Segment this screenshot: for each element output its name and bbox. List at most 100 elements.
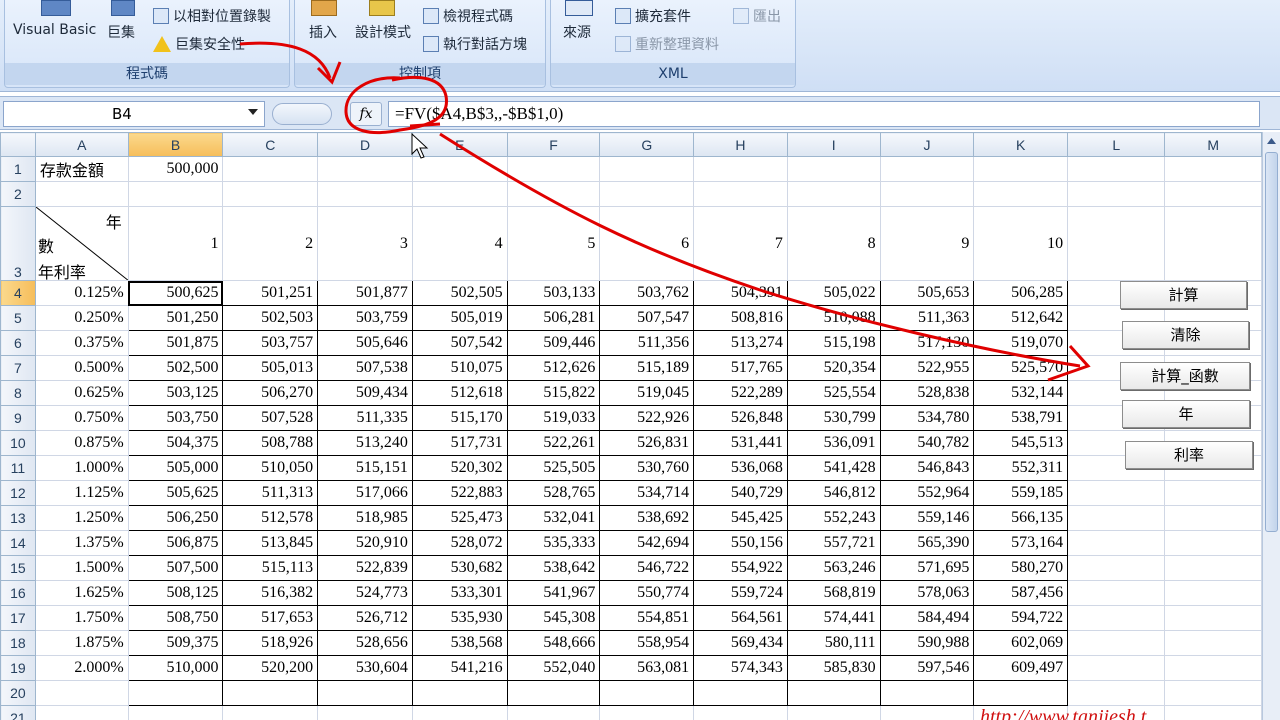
macro-security-button[interactable]: 巨集安全性 [153, 34, 245, 54]
value-cell[interactable]: 580,111 [786, 630, 881, 656]
insert-button[interactable]: 插入 [309, 22, 337, 42]
cell[interactable] [599, 156, 695, 182]
cell[interactable] [973, 181, 1069, 207]
formula-input[interactable]: =FV($A4,B$3,,-$B$1,0) [388, 101, 1260, 127]
value-cell[interactable]: 538,791 [973, 405, 1069, 431]
value-cell[interactable]: 513,274 [693, 330, 788, 356]
cell[interactable] [1164, 630, 1262, 656]
value-cell[interactable]: 552,243 [786, 505, 881, 531]
value-cell[interactable]: 564,561 [693, 605, 788, 631]
value-cell[interactable]: 513,845 [222, 530, 319, 556]
value-cell[interactable]: 535,333 [506, 530, 601, 556]
value-cell[interactable]: 528,838 [879, 380, 975, 406]
value-cell[interactable]: 525,473 [411, 505, 508, 531]
vertical-scrollbar[interactable] [1262, 132, 1280, 720]
value-cell[interactable]: 522,883 [411, 480, 508, 506]
value-cell[interactable]: 509,434 [317, 380, 413, 406]
cell[interactable] [222, 705, 319, 720]
value-cell[interactable]: 609,497 [973, 655, 1069, 681]
row-header-18[interactable]: 18 [0, 630, 36, 656]
rate-cell[interactable]: 0.125% [34, 280, 129, 306]
cell[interactable] [34, 705, 129, 720]
value-cell[interactable]: 524,773 [317, 580, 413, 606]
cell[interactable] [317, 680, 413, 706]
value-cell[interactable]: 501,877 [317, 280, 413, 306]
source-button[interactable]: 來源 [563, 22, 591, 42]
value-cell[interactable]: 573,164 [973, 530, 1069, 556]
value-cell[interactable]: 501,251 [222, 280, 319, 306]
year-header-cell[interactable]: 5 [506, 206, 601, 281]
value-cell[interactable]: 541,967 [506, 580, 601, 606]
value-cell[interactable]: 563,081 [599, 655, 695, 681]
run-dialog-button[interactable]: 執行對話方塊 [423, 34, 527, 54]
value-cell[interactable]: 505,625 [127, 480, 224, 506]
value-cell[interactable]: 510,050 [222, 455, 319, 481]
value-cell[interactable]: 520,910 [317, 530, 413, 556]
year-header-cell[interactable]: 3 [317, 206, 413, 281]
value-cell[interactable]: 526,712 [317, 605, 413, 631]
cell[interactable] [1164, 580, 1262, 606]
column-header-c[interactable]: C [222, 132, 319, 157]
cell[interactable] [1164, 705, 1262, 720]
value-cell[interactable]: 517,066 [317, 480, 413, 506]
year-header-cell[interactable]: 7 [693, 206, 788, 281]
cell[interactable] [786, 705, 881, 720]
row-header-3[interactable]: 3 [0, 206, 36, 281]
deposit-label-cell[interactable]: 存款金額 [34, 156, 129, 182]
cell[interactable] [786, 156, 881, 182]
value-cell[interactable]: 530,604 [317, 655, 413, 681]
rate-cell[interactable]: 1.750% [34, 605, 129, 631]
value-cell[interactable]: 550,156 [693, 530, 788, 556]
relative-record-button[interactable]: 以相對位置錄製 [153, 6, 271, 26]
value-cell[interactable]: 578,063 [879, 580, 975, 606]
value-cell[interactable]: 522,261 [506, 430, 601, 456]
value-cell[interactable]: 540,782 [879, 430, 975, 456]
cell[interactable] [411, 705, 508, 720]
insert-function-button[interactable]: fx [350, 102, 382, 126]
value-cell[interactable]: 511,363 [879, 305, 975, 331]
value-cell[interactable]: 518,926 [222, 630, 319, 656]
value-cell[interactable]: 503,759 [317, 305, 413, 331]
row-header-2[interactable]: 2 [0, 181, 36, 207]
cell[interactable] [1067, 505, 1166, 531]
value-cell[interactable]: 508,788 [222, 430, 319, 456]
value-cell[interactable]: 538,568 [411, 630, 508, 656]
value-cell[interactable]: 531,441 [693, 430, 788, 456]
cell[interactable] [693, 156, 788, 182]
name-box-dropdown-icon[interactable] [248, 109, 258, 115]
value-cell[interactable]: 505,646 [317, 330, 413, 356]
value-cell[interactable]: 515,113 [222, 555, 319, 581]
value-cell[interactable]: 517,731 [411, 430, 508, 456]
value-cell[interactable]: 515,189 [599, 355, 695, 381]
value-cell[interactable]: 528,072 [411, 530, 508, 556]
row-header-12[interactable]: 12 [0, 480, 36, 506]
value-cell[interactable]: 519,033 [506, 405, 601, 431]
row-header-4[interactable]: 4 [0, 280, 36, 306]
value-cell[interactable]: 517,765 [693, 355, 788, 381]
cell[interactable] [222, 680, 319, 706]
value-cell[interactable]: 530,760 [599, 455, 695, 481]
value-cell[interactable]: 505,013 [222, 355, 319, 381]
cell[interactable] [1067, 480, 1166, 506]
value-cell[interactable]: 526,831 [599, 430, 695, 456]
rate-cell[interactable]: 0.250% [34, 305, 129, 331]
view-code-button[interactable]: 檢視程式碼 [423, 6, 513, 26]
cell[interactable] [34, 680, 129, 706]
deposit-amount-cell[interactable]: 500,000 [127, 156, 224, 182]
value-cell[interactable]: 501,875 [127, 330, 224, 356]
value-cell[interactable]: 506,270 [222, 380, 319, 406]
cell[interactable] [1067, 530, 1166, 556]
value-cell[interactable]: 526,848 [693, 405, 788, 431]
value-cell[interactable]: 512,618 [411, 380, 508, 406]
value-cell[interactable]: 505,653 [879, 280, 975, 306]
value-cell[interactable]: 540,729 [693, 480, 788, 506]
rate-cell[interactable]: 0.625% [34, 380, 129, 406]
year-button[interactable]: 年 [1122, 400, 1250, 428]
value-cell[interactable]: 508,750 [127, 605, 224, 631]
value-cell[interactable]: 512,642 [973, 305, 1069, 331]
year-header-cell[interactable]: 1 [127, 206, 224, 281]
column-header-f[interactable]: F [506, 132, 601, 157]
value-cell[interactable]: 510,075 [411, 355, 508, 381]
cell[interactable] [506, 181, 601, 207]
name-box[interactable]: B4 [3, 101, 265, 127]
